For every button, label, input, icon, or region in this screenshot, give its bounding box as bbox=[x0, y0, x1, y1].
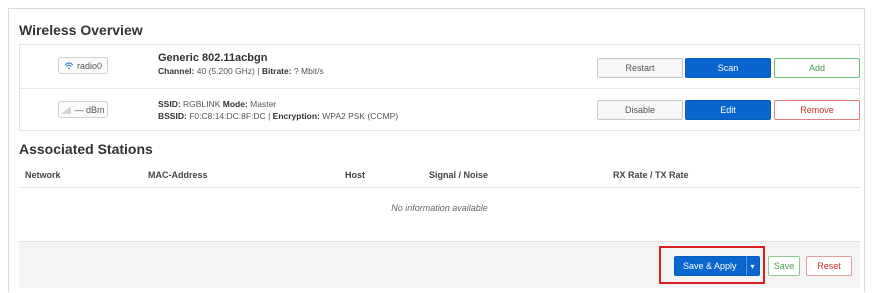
save-apply-dropdown-toggle[interactable]: ▾ bbox=[745, 256, 760, 276]
associated-stations-title: Associated Stations bbox=[19, 141, 153, 157]
save-apply-split-button: Save & Apply ▾ bbox=[674, 256, 760, 276]
bssid-label: BSSID: bbox=[158, 111, 187, 121]
wireless-overview-title: Wireless Overview bbox=[19, 22, 143, 38]
scan-button[interactable]: Scan bbox=[685, 58, 771, 78]
device-info: Generic 802.11acbgn Channel: 40 (5.200 G… bbox=[158, 52, 324, 77]
add-button[interactable]: Add bbox=[774, 58, 860, 78]
channel-label: Channel: bbox=[158, 66, 195, 76]
signal-icon bbox=[61, 105, 72, 114]
reset-button[interactable]: Reset bbox=[806, 256, 852, 276]
save-apply-button[interactable]: Save & Apply bbox=[674, 256, 746, 276]
network-badge: — dBm bbox=[58, 101, 108, 118]
bitrate-value: ? Mbit/s bbox=[293, 66, 324, 76]
disable-button[interactable]: Disable bbox=[597, 100, 683, 120]
encryption-label: Encryption: bbox=[272, 111, 320, 121]
column-rx-tx-rate: RX Rate / TX Rate bbox=[613, 170, 689, 180]
bssid-value: F0:C8:14:DC:8F:DC bbox=[189, 111, 266, 121]
mode-label: Mode: bbox=[222, 99, 248, 109]
network-row: — dBm SSID: RGBLINK Mode: Master BSSID: … bbox=[20, 88, 860, 132]
device-badge-label: radio0 bbox=[76, 60, 103, 71]
device-details: Channel: 40 (5.200 GHz) | Bitrate: ? Mbi… bbox=[158, 66, 324, 76]
bitrate-label: Bitrate: bbox=[261, 66, 292, 76]
ssid-value: RGBLINK bbox=[183, 99, 221, 109]
encryption-value: WPA2 PSK (CCMP) bbox=[322, 111, 399, 121]
column-signal-noise: Signal / Noise bbox=[429, 170, 489, 180]
remove-button[interactable]: Remove bbox=[774, 100, 860, 120]
device-row: radio0 Generic 802.11acbgn Channel: 40 (… bbox=[20, 45, 860, 88]
channel-value: 40 (5.200 GHz) bbox=[196, 66, 255, 76]
column-host: Host bbox=[345, 170, 365, 180]
device-name: Generic 802.11acbgn bbox=[158, 52, 268, 64]
network-line-2: BSSID: F0:C8:14:DC:8F:DC | Encryption: W… bbox=[158, 111, 399, 121]
mode-value: Master bbox=[250, 99, 277, 109]
column-mac-address: MAC-Address bbox=[148, 170, 208, 180]
wireless-overview-panel: radio0 Generic 802.11acbgn Channel: 40 (… bbox=[19, 44, 860, 131]
stations-table-header: Network MAC-Address Host Signal / Noise … bbox=[19, 163, 860, 188]
chevron-down-icon: ▾ bbox=[750, 261, 755, 271]
save-button[interactable]: Save bbox=[768, 256, 800, 276]
empty-message: No information available bbox=[391, 203, 488, 213]
wifi-icon bbox=[64, 62, 74, 70]
network-line-1: SSID: RGBLINK Mode: Master bbox=[158, 98, 398, 110]
device-badge: radio0 bbox=[58, 57, 108, 74]
edit-button[interactable]: Edit bbox=[685, 100, 771, 120]
restart-button[interactable]: Restart bbox=[597, 58, 683, 78]
network-badge-label: — dBm bbox=[74, 104, 105, 115]
column-network: Network bbox=[25, 170, 61, 180]
network-info: SSID: RGBLINK Mode: Master BSSID: F0:C8:… bbox=[158, 98, 398, 122]
ssid-label: SSID: bbox=[158, 99, 181, 109]
